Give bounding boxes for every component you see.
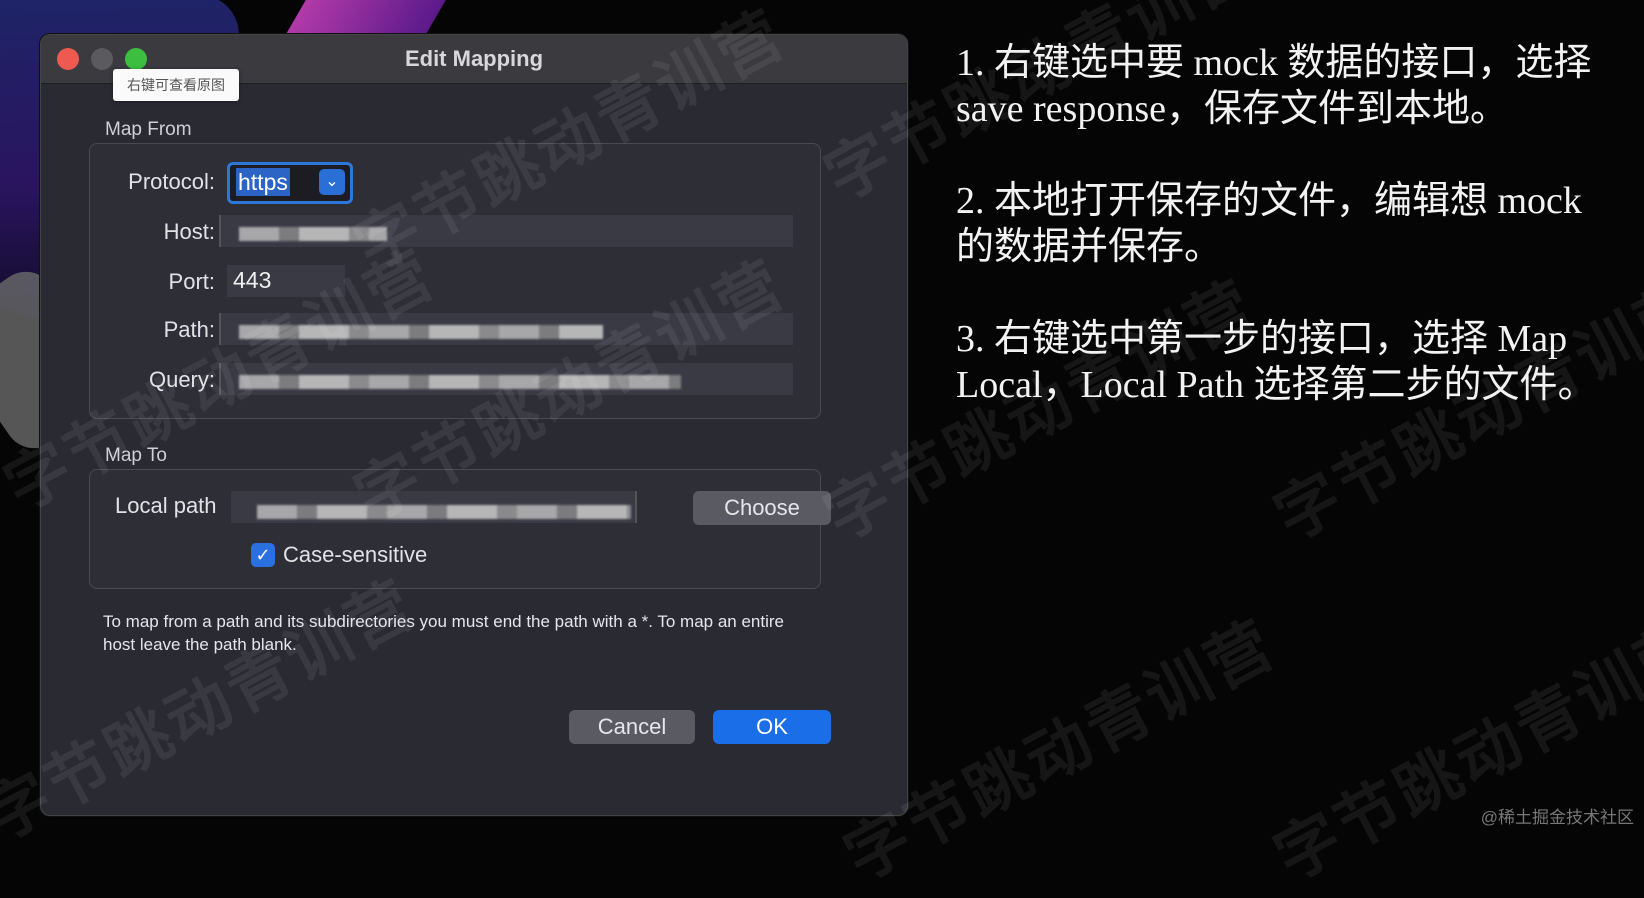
port-value: 443 bbox=[233, 267, 272, 293]
instruction-step: 1. 右键选中要 mock 数据的接口，选择save response，保存文件… bbox=[956, 42, 1592, 130]
redacted-text bbox=[239, 227, 387, 241]
check-icon: ✓ bbox=[255, 545, 271, 565]
tooltip: 右键可查看原图 bbox=[113, 69, 239, 101]
map-from-label: Map From bbox=[105, 119, 192, 140]
local-path-label: Local path bbox=[115, 493, 217, 518]
case-sensitive-checkbox[interactable]: ✓ bbox=[251, 543, 275, 567]
protocol-value: https bbox=[236, 168, 290, 196]
path-input[interactable] bbox=[219, 313, 793, 345]
local-path-input[interactable] bbox=[231, 491, 637, 523]
path-label: Path: bbox=[163, 317, 215, 342]
credit-text: @稀土掘金技术社区 bbox=[1480, 808, 1634, 827]
edit-mapping-dialog: Edit Mapping 右键可查看原图 Map From Protocol: … bbox=[40, 34, 908, 816]
map-to-group bbox=[89, 469, 821, 589]
host-input[interactable] bbox=[219, 215, 793, 247]
instructions: 1. 右键选中要 mock 数据的接口，选择save response，保存文件… bbox=[956, 40, 1616, 454]
host-label: Host: bbox=[163, 219, 215, 244]
instruction-step: 3. 右键选中第一步的接口，选择 Map Local，Local Path 选择… bbox=[956, 318, 1596, 406]
ok-button[interactable]: OK bbox=[713, 710, 831, 744]
choose-button[interactable]: Choose bbox=[693, 491, 831, 525]
redacted-text bbox=[257, 505, 631, 519]
query-input[interactable] bbox=[219, 363, 793, 395]
redacted-text bbox=[239, 325, 603, 339]
chevron-down-icon: ⌄ bbox=[319, 169, 345, 195]
cancel-button[interactable]: Cancel bbox=[569, 710, 695, 744]
instruction-step: 2. 本地打开保存的文件，编辑想 mock 的数据并保存。 bbox=[956, 180, 1582, 268]
title-bar: Edit Mapping 右键可查看原图 bbox=[41, 35, 907, 101]
protocol-select[interactable]: https ⌄ bbox=[227, 162, 353, 204]
case-sensitive-label: Case-sensitive bbox=[283, 542, 428, 567]
map-to-label: Map To bbox=[105, 445, 167, 466]
port-label: Port: bbox=[168, 269, 215, 294]
watermark: 字节跳动青训营 bbox=[1263, 606, 1644, 894]
hint-text: To map from a path and its subdirectorie… bbox=[103, 612, 785, 654]
protocol-label: Protocol: bbox=[128, 169, 215, 194]
query-label: Query: bbox=[148, 367, 215, 392]
port-input[interactable]: 443 bbox=[227, 265, 345, 297]
redacted-text bbox=[239, 375, 681, 389]
